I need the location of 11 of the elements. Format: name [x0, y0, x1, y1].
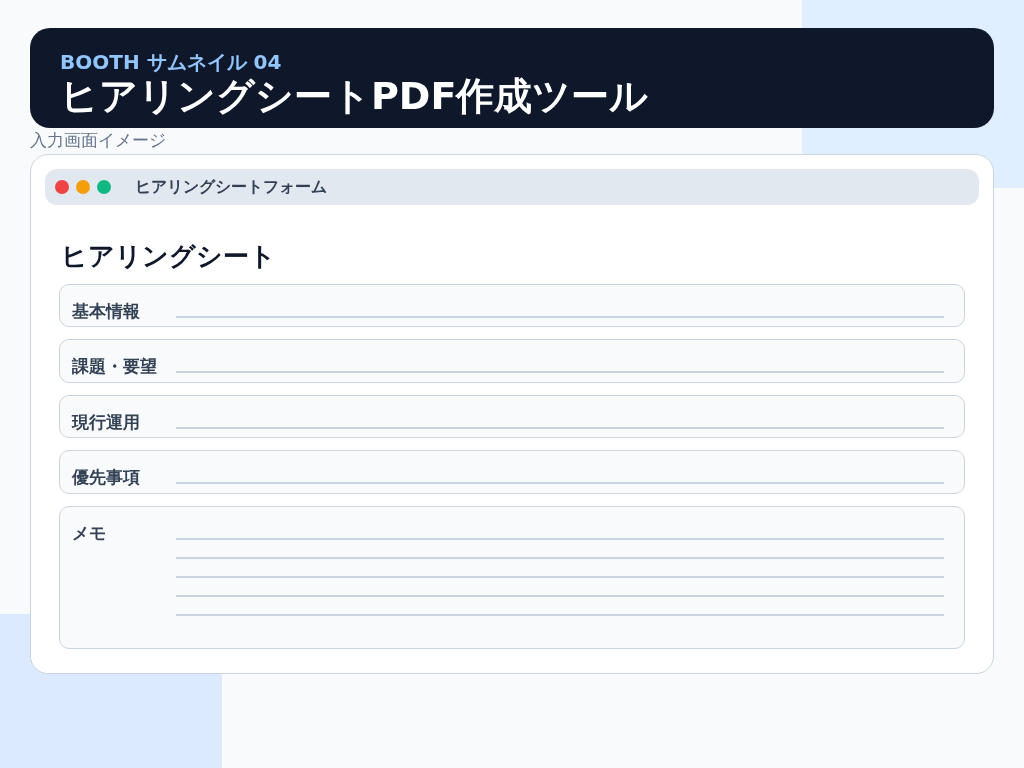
window-title: ヒアリングシートフォーム	[135, 176, 327, 198]
form-field[interactable]: 優先事項	[59, 450, 965, 494]
window-controls-icon	[55, 180, 111, 194]
subtitle: 入力画面イメージ	[30, 129, 167, 150]
page-title: ヒアリングシートPDF作成ツール	[60, 74, 650, 120]
eyebrow-label: BOOTH サムネイル 04	[60, 50, 283, 74]
form-field[interactable]: 現行運用	[59, 395, 965, 439]
form-heading: ヒアリングシート	[61, 240, 277, 273]
form-field[interactable]: 課題・要望	[59, 339, 965, 383]
form-field[interactable]: メモ	[59, 506, 965, 649]
form-field[interactable]: 基本情報	[59, 284, 965, 328]
